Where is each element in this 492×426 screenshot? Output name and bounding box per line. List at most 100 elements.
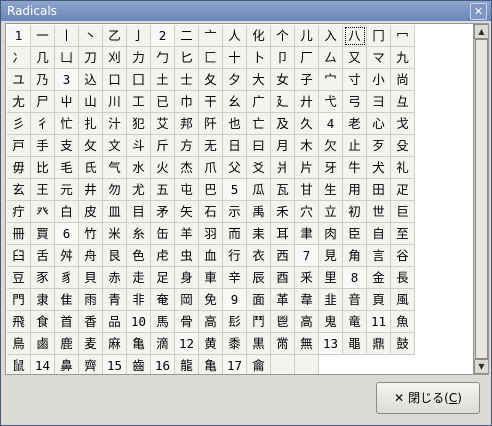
radical-button[interactable]: 无 xyxy=(199,135,223,157)
radical-button[interactable]: 食 xyxy=(31,311,55,333)
radical-button[interactable]: 隹 xyxy=(55,289,79,311)
radical-button[interactable]: 米 xyxy=(103,223,127,245)
radical-button[interactable]: 豸 xyxy=(55,267,79,289)
radical-button[interactable]: 广 xyxy=(247,91,271,113)
radical-button[interactable]: 黹 xyxy=(271,333,295,355)
radical-button[interactable]: 黄 xyxy=(199,333,223,355)
radical-button[interactable]: 囗 xyxy=(127,69,151,91)
radical-button[interactable]: 巴 xyxy=(199,179,223,201)
radical-button[interactable]: 卩 xyxy=(271,47,295,69)
radical-button[interactable]: 斗 xyxy=(127,135,151,157)
radical-button[interactable]: 石 xyxy=(199,201,223,223)
radical-button[interactable]: 虫 xyxy=(175,245,199,267)
radical-button[interactable]: 青 xyxy=(103,289,127,311)
radical-button[interactable]: 廴 xyxy=(271,91,295,113)
radical-button[interactable]: 齊 xyxy=(79,355,103,374)
radical-button[interactable]: 韭 xyxy=(319,289,343,311)
radical-button[interactable]: 九 xyxy=(391,47,415,69)
radical-button[interactable]: 入 xyxy=(319,25,343,47)
radical-button[interactable]: 疔 xyxy=(7,201,31,223)
radical-button[interactable]: 冖 xyxy=(391,25,415,47)
radical-button[interactable]: 龍 xyxy=(175,355,199,374)
radical-button[interactable]: 風 xyxy=(391,289,415,311)
radical-button[interactable]: 刈 xyxy=(103,47,127,69)
radical-button[interactable]: 士 xyxy=(175,69,199,91)
radical-button[interactable]: 面 xyxy=(247,289,271,311)
radical-button[interactable]: 木 xyxy=(295,135,319,157)
radical-button[interactable]: 支 xyxy=(55,135,79,157)
radical-button[interactable]: 岡 xyxy=(175,289,199,311)
radical-button[interactable]: 冊 xyxy=(7,223,31,245)
radical-button[interactable]: 長 xyxy=(391,267,415,289)
radical-button[interactable]: 宀 xyxy=(319,69,343,91)
radical-button[interactable]: 馬 xyxy=(151,311,175,333)
radical-button[interactable]: 矢 xyxy=(175,201,199,223)
radical-button[interactable]: 八 xyxy=(343,25,367,47)
radical-button[interactable]: 込 xyxy=(79,69,103,91)
scroll-down-icon[interactable]: ▼ xyxy=(474,359,488,374)
radical-button[interactable]: 寸 xyxy=(343,69,367,91)
radical-button[interactable]: 阡 xyxy=(199,113,223,135)
radical-button[interactable]: 爻 xyxy=(247,157,271,179)
radical-button[interactable]: 禹 xyxy=(247,201,271,223)
radical-button[interactable]: 高 xyxy=(199,311,223,333)
radical-button[interactable]: 鬥 xyxy=(247,311,271,333)
radical-button[interactable]: 彑 xyxy=(391,91,415,113)
radical-button[interactable]: 皿 xyxy=(103,201,127,223)
radical-button[interactable]: 弓 xyxy=(343,91,367,113)
radical-button[interactable]: 大 xyxy=(247,69,271,91)
radical-button[interactable]: 女 xyxy=(271,69,295,91)
radical-button[interactable]: 身 xyxy=(175,267,199,289)
radical-button[interactable]: 老 xyxy=(343,113,367,135)
radical-button[interactable]: 亀 xyxy=(127,333,151,355)
radical-button[interactable]: 舟 xyxy=(79,245,103,267)
radical-button[interactable]: 鼎 xyxy=(367,333,391,355)
radical-button[interactable]: 隶 xyxy=(31,289,55,311)
radical-button[interactable]: 乙 xyxy=(103,25,127,47)
radical-button[interactable]: 彐 xyxy=(367,91,391,113)
radical-button[interactable]: 黒 xyxy=(247,333,271,355)
radical-button[interactable]: 杰 xyxy=(175,157,199,179)
radical-button[interactable]: 氏 xyxy=(79,157,103,179)
radical-button[interactable]: 首 xyxy=(55,311,79,333)
radical-button[interactable]: 卜 xyxy=(247,47,271,69)
radical-button[interactable]: 鼠 xyxy=(7,355,31,374)
radical-button[interactable]: 匚 xyxy=(199,47,223,69)
radical-button[interactable]: 邦 xyxy=(175,113,199,135)
radical-button[interactable]: 尸 xyxy=(31,91,55,113)
radical-button[interactable]: 戸 xyxy=(7,135,31,157)
radical-button[interactable]: 滴 xyxy=(151,333,175,355)
radical-button[interactable]: 犯 xyxy=(127,113,151,135)
radical-button[interactable]: 丨 xyxy=(55,25,79,47)
radical-button[interactable]: 世 xyxy=(367,201,391,223)
radical-button[interactable]: 臣 xyxy=(343,223,367,245)
radical-button[interactable]: 彡 xyxy=(7,113,31,135)
radical-button[interactable]: 門 xyxy=(7,289,31,311)
radical-button[interactable]: 幺 xyxy=(223,91,247,113)
radical-button[interactable]: 也 xyxy=(223,113,247,135)
radical-button[interactable]: 气 xyxy=(103,157,127,179)
radical-button[interactable]: 犬 xyxy=(367,157,391,179)
radical-button[interactable]: ユ xyxy=(7,69,31,91)
radical-button[interactable]: 麻 xyxy=(103,333,127,355)
radical-button[interactable]: 忙 xyxy=(55,113,79,135)
radical-button[interactable]: 彳 xyxy=(31,113,55,135)
radical-button[interactable]: 巾 xyxy=(175,91,199,113)
radical-button[interactable]: 冂 xyxy=(367,25,391,47)
radical-button[interactable]: 屯 xyxy=(175,179,199,201)
radical-button[interactable]: 元 xyxy=(55,179,79,201)
radical-button[interactable]: 聿 xyxy=(295,223,319,245)
radical-button[interactable]: 雨 xyxy=(79,289,103,311)
radical-button[interactable]: 非 xyxy=(127,289,151,311)
radical-button[interactable]: 品 xyxy=(103,311,127,333)
window-close-icon[interactable]: ✕ xyxy=(470,3,487,20)
radical-button[interactable]: 欠 xyxy=(319,135,343,157)
radical-button[interactable]: 革 xyxy=(271,289,295,311)
radical-button[interactable]: 釆 xyxy=(295,267,319,289)
radical-button[interactable]: 文 xyxy=(103,135,127,157)
radical-button[interactable]: 人 xyxy=(223,25,247,47)
scroll-up-icon[interactable]: ▲ xyxy=(474,24,488,39)
radical-button[interactable]: 歹 xyxy=(367,135,391,157)
radical-button[interactable]: 火 xyxy=(151,157,175,179)
radical-button[interactable]: 糸 xyxy=(127,223,151,245)
